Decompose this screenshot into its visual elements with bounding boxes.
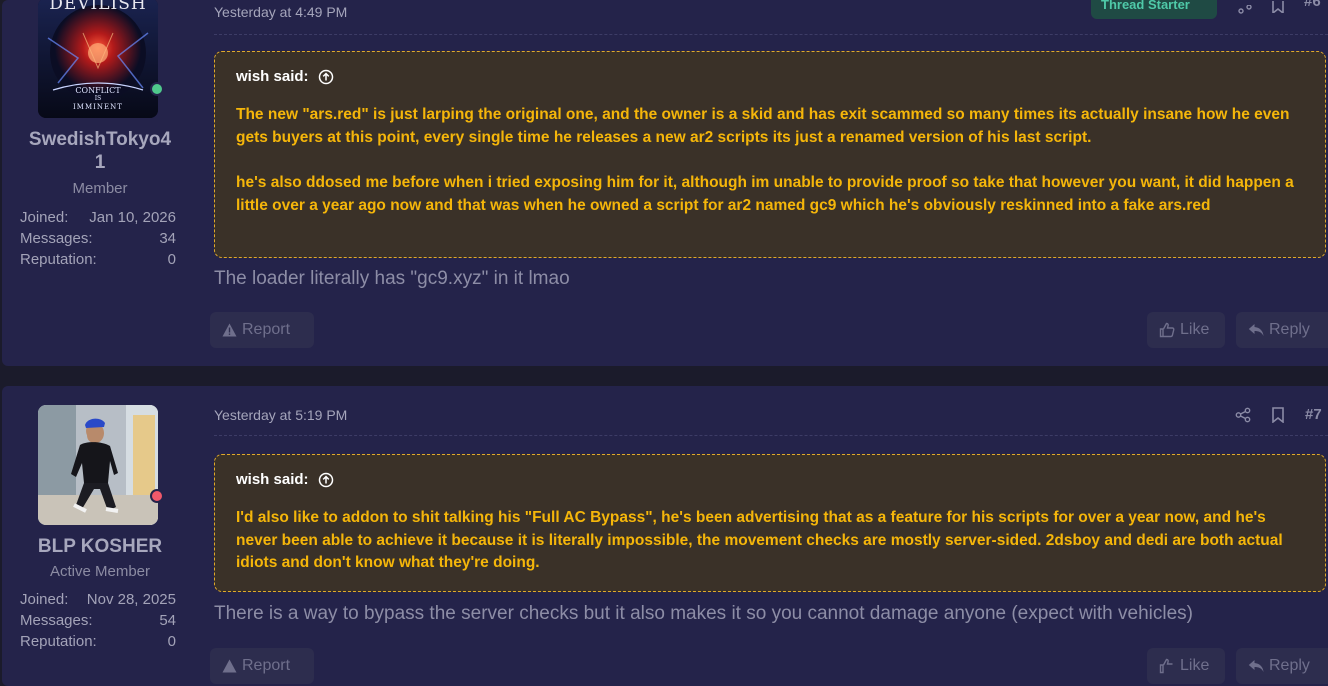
stat-label: Reputation: <box>20 633 97 650</box>
username[interactable]: SwedishTokyo4 1 <box>2 128 198 174</box>
like-label: Like <box>1180 657 1210 674</box>
reply-arrow-icon <box>1248 324 1264 336</box>
thumbs-up-icon <box>1159 658 1173 674</box>
stat-label: Messages: <box>20 612 93 629</box>
avatar-image <box>38 405 158 525</box>
stat-messages: Messages: 54 <box>20 612 176 632</box>
meta-divider <box>214 435 1328 436</box>
stat-value: 54 <box>159 612 176 629</box>
username[interactable]: BLP KOSHER <box>2 535 198 558</box>
user-sidebar: BLP KOSHER Active Member Joined: Nov 28,… <box>2 386 198 686</box>
stat-label: Joined: <box>20 591 69 608</box>
avatar[interactable]: DEVILISH CONFLICT IS IMMINENT <box>38 0 158 118</box>
warning-icon <box>222 323 237 337</box>
quote-body: I'd also like to addon to shit talking h… <box>236 507 1301 575</box>
post-number[interactable]: #6 <box>1304 0 1321 10</box>
stat-joined: Joined: Nov 28, 2025 <box>20 591 176 611</box>
quote-body: The new "ars.red" is just larping the or… <box>236 104 1301 217</box>
user-title: Member <box>72 180 128 197</box>
bookmark-icon[interactable] <box>1271 0 1285 18</box>
like-button[interactable]: Like <box>1147 648 1225 684</box>
meta-divider <box>214 34 1328 35</box>
quote-paragraph: The new "ars.red" is just larping the or… <box>236 106 1290 146</box>
like-button[interactable]: Like <box>1147 312 1225 348</box>
quote-header[interactable]: wish said: <box>236 68 334 85</box>
post-6: DEVILISH CONFLICT IS IMMINENT SwedishTok… <box>2 0 1328 366</box>
post-timestamp[interactable]: Yesterday at 5:19 PM <box>214 407 347 423</box>
avatar-caption-3: IMMINENT <box>73 103 123 111</box>
avatar-title-text: DEVILISH <box>49 0 147 14</box>
quote-header[interactable]: wish said: <box>236 471 334 488</box>
stat-reputation: Reputation: 0 <box>20 633 176 653</box>
stat-label: Joined: <box>20 209 69 226</box>
quote-block: wish said: The new "ars.red" is just lar… <box>214 51 1326 258</box>
quote-author: wish said: <box>236 68 309 85</box>
avatar[interactable] <box>38 405 158 525</box>
reply-label: Reply <box>1269 321 1310 338</box>
thread-starter-badge: Thread Starter <box>1091 0 1217 19</box>
thumbs-up-icon <box>1159 322 1175 338</box>
post-7: BLP KOSHER Active Member Joined: Nov 28,… <box>2 386 1328 686</box>
post-number[interactable]: #7 <box>1305 406 1322 423</box>
report-label: Report <box>242 321 291 338</box>
share-icon[interactable] <box>1238 2 1252 20</box>
stat-value: 0 <box>167 633 176 650</box>
user-title: Active Member <box>49 563 151 580</box>
like-label: Like <box>1180 321 1210 338</box>
bookmark-icon[interactable] <box>1271 407 1285 428</box>
stat-value: 0 <box>167 251 176 268</box>
stat-value: Nov 28, 2025 <box>86 591 176 608</box>
stat-label: Reputation: <box>20 251 97 268</box>
user-sidebar: DEVILISH CONFLICT IS IMMINENT SwedishTok… <box>2 0 198 366</box>
quote-paragraph: I'd also like to addon to shit talking h… <box>236 509 1283 571</box>
post-message: The loader literally has "gc9.xyz" in it… <box>214 268 570 289</box>
arrow-up-circle-icon[interactable] <box>318 69 334 85</box>
stat-joined: Joined: Jan 10, 2026 <box>20 209 176 229</box>
arrow-up-circle-icon[interactable] <box>318 472 334 488</box>
post-timestamp[interactable]: Yesterday at 4:49 PM <box>214 4 347 20</box>
warning-icon <box>222 659 237 673</box>
stat-label: Messages: <box>20 230 93 247</box>
quote-block: wish said: I'd also like to addon to shi… <box>214 454 1326 592</box>
stat-messages: Messages: 34 <box>20 230 176 250</box>
reply-label: Reply <box>1269 657 1310 674</box>
avatar-caption-2: IS <box>94 95 102 102</box>
username-line-2: 1 <box>94 152 106 173</box>
post-message: There is a way to bypass the server chec… <box>214 603 1193 624</box>
stat-value: Jan 10, 2026 <box>89 209 176 226</box>
username-line-1: SwedishTokyo4 <box>28 129 172 150</box>
report-button[interactable]: Report <box>210 312 314 348</box>
report-label: Report <box>242 657 291 674</box>
stat-reputation: Reputation: 0 <box>20 251 176 271</box>
offline-status-dot <box>150 489 164 503</box>
reply-button[interactable]: Reply <box>1236 648 1328 684</box>
quote-paragraph: he's also ddosed me before when i tried … <box>236 174 1294 214</box>
reply-arrow-icon <box>1248 660 1264 672</box>
reply-button[interactable]: Reply <box>1236 312 1328 348</box>
report-button[interactable]: Report <box>210 648 314 684</box>
quote-author: wish said: <box>236 471 309 488</box>
avatar-caption-1: CONFLICT <box>75 86 121 95</box>
thread-starter-label: Thread Starter <box>1101 0 1190 12</box>
online-status-dot <box>150 82 164 96</box>
stat-value: 34 <box>159 230 176 247</box>
share-icon[interactable] <box>1235 407 1251 428</box>
